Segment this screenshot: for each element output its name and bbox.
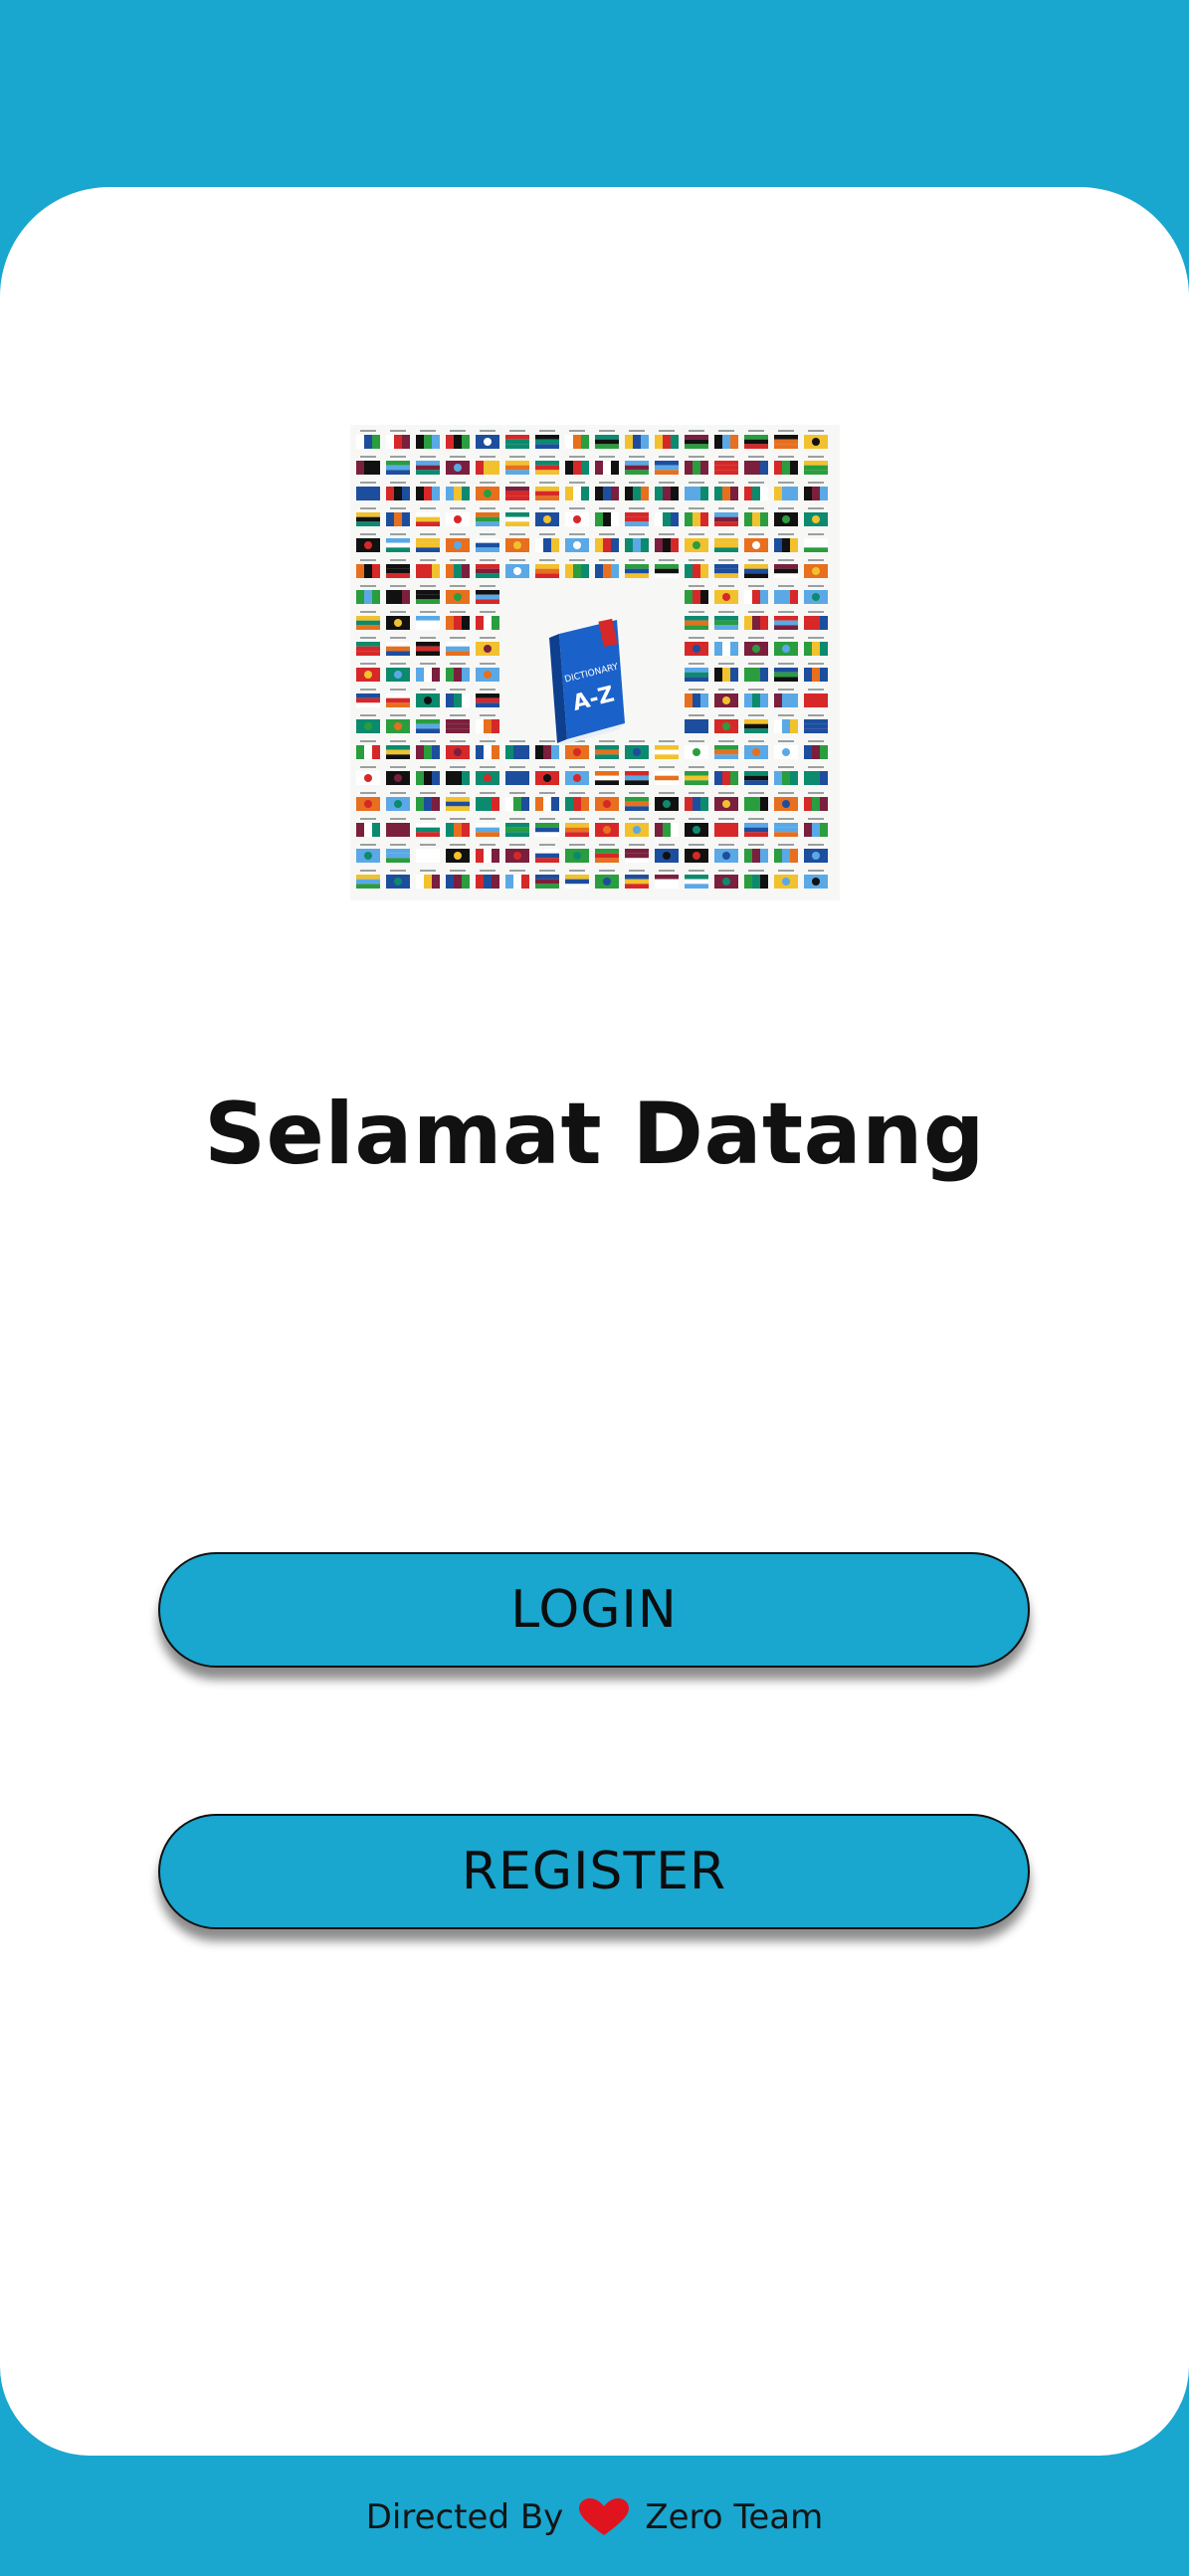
heart-icon (577, 2497, 631, 2537)
dictionary-book-icon (549, 618, 625, 745)
footer-team: Zero Team (645, 2497, 824, 2537)
footer-prefix: Directed By (365, 2497, 564, 2537)
login-button[interactable]: LOGIN (158, 1552, 1030, 1668)
flags-grid: DICTIONARYA-Z (356, 430, 828, 889)
register-button[interactable]: REGISTER (158, 1814, 1030, 1929)
hero-illustration: DICTIONARY A-Z (350, 425, 840, 900)
page-title: Selamat Datang (204, 1085, 985, 1184)
footer: Directed By Zero Team (0, 2487, 1189, 2547)
